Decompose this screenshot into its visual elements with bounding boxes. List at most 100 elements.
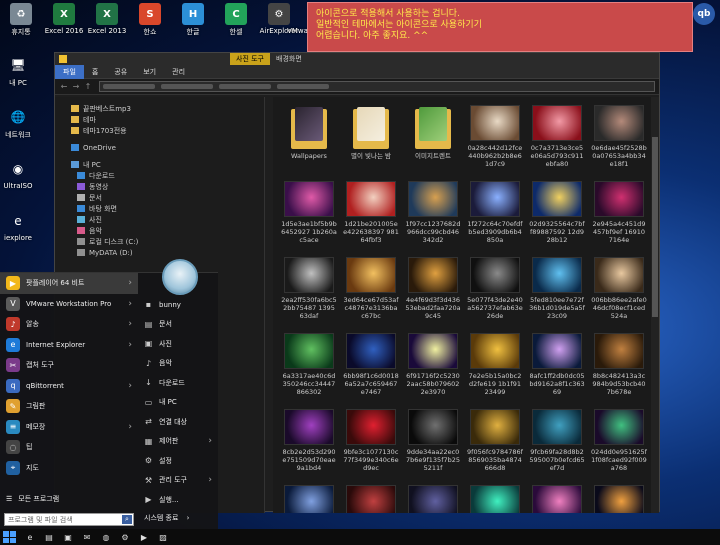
image-file-item[interactable]: 8b8c482413a3c984b9d53bcb407b678e (591, 333, 647, 405)
desktop-icon[interactable]: ♻ 휴지통 (0, 0, 42, 44)
desktop-icon[interactable]: H 한글 (172, 0, 214, 44)
desktop-icon[interactable]: S 한쇼 (129, 0, 171, 44)
desktop-icon-qbittorrent[interactable]: qb (690, 3, 718, 43)
desktop-icon[interactable]: X Excel 2013 (86, 0, 128, 44)
image-file-item[interactable]: 5fed810ee7e72f36b1d019de5a5f23c09 (529, 257, 585, 329)
image-file-item[interactable]: 8cb2e2d53d290e751509d70eae9a1bd4 (281, 409, 337, 481)
desktop-icon[interactable]: ⚙ AirExplorer (258, 0, 300, 44)
start-menu-item[interactable]: ♪ 알송 › (0, 314, 138, 335)
desktop-icon[interactable]: e iexplore (0, 206, 36, 258)
image-file-item[interactable]: 35e64a9bbf38d78d01ec13b1bc6f77af (343, 485, 399, 513)
nav-item[interactable]: 동영상 (55, 181, 264, 192)
image-file-item[interactable]: 0c7a3713e3ce5e06a5d793c911ebfa80 (529, 105, 585, 177)
folder-item[interactable]: 이미지트렌트 (405, 105, 461, 177)
shutdown-button[interactable]: 시스템 종료 › (144, 513, 189, 523)
photo-icon[interactable]: ▨ (157, 531, 169, 543)
all-programs-button[interactable]: ☰ 모든 프로그램 (6, 494, 59, 504)
context-tab-picture-tools[interactable]: 사진 도구 (230, 53, 270, 65)
settings-icon[interactable]: ⚙ (119, 531, 131, 543)
image-file-item[interactable]: 006bb86ee2afe046dcf08ecf1ced524a (591, 257, 647, 329)
image-file-item[interactable]: 0e6dae45f2528b0a07653a4bb34e18f1 (591, 105, 647, 177)
start-search-input[interactable]: 프로그램 및 파일 검색 ⌕ (4, 513, 134, 526)
nav-item[interactable]: OneDrive (55, 142, 264, 153)
start-menu-place[interactable]: ⇄ 연결 대상 (138, 412, 218, 432)
scrollbar-thumb[interactable] (652, 137, 658, 317)
image-file-item[interactable]: 041ae6a35de4e24874f335ce1e9f6718 (467, 485, 523, 513)
folder-item[interactable]: Wallpapers (281, 105, 337, 177)
nav-item[interactable]: MyDATA (D:) (55, 247, 264, 258)
start-menu-item[interactable]: ≡ 메모장 › (0, 417, 138, 438)
start-menu-place[interactable]: ▦ 제어판 › (138, 432, 218, 452)
start-menu-place[interactable]: ▤ 문서 (138, 315, 218, 335)
image-file-item[interactable]: 1d5e3ae1bf5b9b6452927 1b260ac5ace (281, 181, 337, 253)
image-file-item[interactable]: 42fe4e22a55095aafe2b8f12b2f6cf74 (529, 485, 585, 513)
search-icon[interactable]: ⌕ (122, 515, 132, 524)
nav-item[interactable]: 바탕 화면 (55, 203, 264, 214)
nav-item[interactable]: 테마1703전용 (55, 125, 264, 136)
start-menu-place[interactable]: ▶ 실행... (138, 490, 218, 510)
explorer-icon[interactable]: ▤ (43, 531, 55, 543)
image-file-item[interactable]: 9fcb69fa28d8b2595007b0efcd65ef7d (529, 409, 585, 481)
nav-item[interactable]: 로컬 디스크 (C:) (55, 236, 264, 247)
start-menu-place[interactable]: ♪ 음악 (138, 354, 218, 374)
image-file-item[interactable]: 1f97cc1237682d966dcc99cbd46342d2 (405, 181, 461, 253)
image-file-item[interactable]: 6bb98f1c6d00186a52a7c659467e7467 (343, 333, 399, 405)
image-file-item[interactable]: 4e4f69d3f3d43653ebad2faa720a9c45 (405, 257, 461, 329)
start-menu-item[interactable]: q qBittorrent › (0, 376, 138, 397)
nav-item[interactable]: 내 PC (55, 159, 264, 170)
image-file-item[interactable]: 2e945a4c451d9457bf9ef 169107164e (591, 181, 647, 253)
nav-item[interactable]: 끝판베스트mp3 (55, 103, 264, 114)
ribbon-tab[interactable]: 관리 (164, 65, 193, 79)
image-file-item[interactable]: 71fd142f8f45edb6226ca6faf55d4771 (591, 485, 647, 513)
media-icon[interactable]: ▶ (138, 531, 150, 543)
image-file-item[interactable]: 024dd0e951625f1f08fcaed92f009a768 (591, 409, 647, 481)
start-menu-place[interactable]: ↓ 다운로드 (138, 373, 218, 393)
nav-item[interactable]: 다운로드 (55, 170, 264, 181)
start-menu-item[interactable]: e Internet Explorer › (0, 335, 138, 356)
start-menu-place[interactable]: ⚙ 설정 (138, 451, 218, 471)
image-file-item[interactable]: 7e2e5b15a0bc2d2fe619 1b1f9123499 (467, 333, 523, 405)
image-file-item[interactable]: 3ed64ce67d53afc48767e3136bac67bc (343, 257, 399, 329)
address-bar[interactable] (99, 81, 655, 92)
start-menu-place[interactable]: ▣ 사진 (138, 334, 218, 354)
start-menu-item[interactable]: ✎ 그림판 (0, 396, 138, 417)
start-menu-item[interactable]: ⌖ 지도 (0, 458, 138, 479)
nav-item[interactable]: 음악 (55, 225, 264, 236)
vertical-scrollbar[interactable] (651, 97, 659, 513)
store-icon[interactable]: ▣ (62, 531, 74, 543)
nav-item[interactable]: 사진 (55, 214, 264, 225)
ribbon-tab[interactable]: 공유 (106, 65, 135, 79)
image-file-item[interactable]: 02d9325564c7bff89887592 12d928b12 (529, 181, 585, 253)
desktop-icon[interactable]: 🖥 내 PC (0, 50, 36, 102)
image-file-item[interactable]: 28ee34295af3dc31e7945895d0981d6 (281, 485, 337, 513)
avatar[interactable] (162, 259, 198, 295)
folder-item[interactable]: 별이 빛나는 밤 (343, 105, 399, 177)
image-file-item[interactable]: 36e4dc5f62780098582e1e8686034f56 (405, 485, 461, 513)
image-file-item[interactable]: 1d21be201005ee422638397 98164fbf3 (343, 181, 399, 253)
mail-icon[interactable]: ✉ (81, 531, 93, 543)
start-menu-place[interactable]: ▭ 내 PC (138, 393, 218, 413)
image-file-item[interactable]: 8afc1ff2db0dc05bd9162a8f1c36369 (529, 333, 585, 405)
chrome-icon[interactable]: ◍ (100, 531, 112, 543)
image-file-item[interactable]: 9f056fc9784786f8569035ba4874666d8 (467, 409, 523, 481)
desktop-icon[interactable]: C 한셀 (215, 0, 257, 44)
nav-item[interactable]: 문서 (55, 192, 264, 203)
start-menu-item[interactable]: ▶ 팟플레이어 64 비트 › (0, 273, 138, 294)
start-menu-place[interactable]: ▪ bunny (138, 295, 218, 315)
start-menu-item[interactable]: V VMware Workstation Pro › (0, 294, 138, 315)
desktop-icon[interactable]: 🌐 네트워크 (0, 102, 36, 154)
desktop-icon[interactable]: X Excel 2016 (43, 0, 85, 44)
image-file-item[interactable]: 5e077f43de2e40a562737efab63e26de (467, 257, 523, 329)
back-icon[interactable]: ← (59, 82, 69, 92)
ie-icon[interactable]: e (24, 531, 36, 543)
start-menu-place[interactable]: ⚒ 관리 도구 › (138, 471, 218, 491)
image-file-item[interactable]: 6f91716f2c52302aac58b0796022e3970 (405, 333, 461, 405)
nav-item[interactable]: 테마 (55, 114, 264, 125)
up-icon[interactable]: ↑ (83, 82, 93, 92)
ribbon-tab[interactable]: 보기 (135, 65, 164, 79)
start-menu-item[interactable]: ◌ 팁 (0, 437, 138, 458)
windows-start-icon[interactable] (2, 530, 16, 544)
ribbon-tab[interactable]: 파일 (55, 64, 84, 79)
image-file-item[interactable]: 9dde34aa22ec07b6e9f135f7b255211f (405, 409, 461, 481)
forward-icon[interactable]: → (71, 82, 81, 92)
